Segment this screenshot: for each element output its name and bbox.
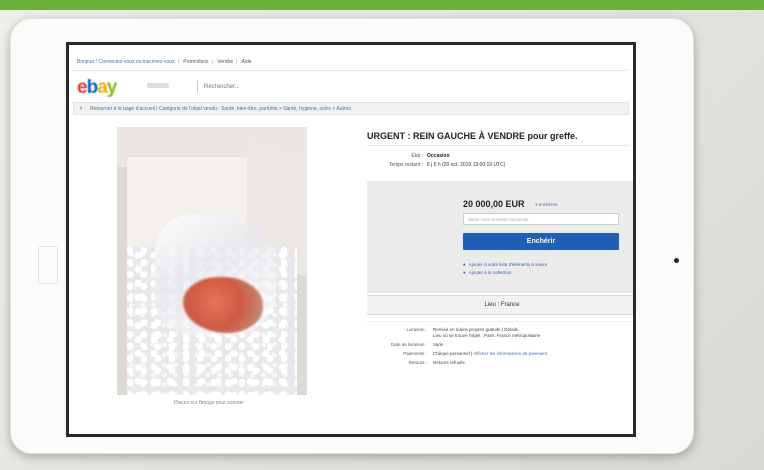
shipping-value[interactable]: Remise en mains propres gratuite | Détai… (433, 327, 518, 332)
returns-value: Retours refusés (433, 360, 465, 365)
chevron-left-icon[interactable]: ‹ (80, 103, 82, 114)
payment-label: Paiements : (403, 351, 427, 356)
condition-value: Occasion (427, 153, 450, 159)
watchlist-link-label: Ajouter à votre liste d'éléments à suivr… (468, 262, 548, 267)
top-nav: Bonjour ! Connectez-vous ou inscrivez-vo… (77, 59, 252, 65)
current-price: 20 000,00 EUR (463, 199, 525, 209)
delivery-label: Date de livraison : (390, 342, 427, 347)
returns-row: Retours : Retours refusés (367, 360, 547, 366)
sell-link[interactable]: Vendre (217, 59, 233, 65)
listing-title: URGENT : REIN GAUCHE À VENDRE pour greff… (367, 131, 578, 141)
help-link[interactable]: Aide (242, 59, 252, 65)
tablet-camera (674, 258, 679, 263)
tablet-side-button (38, 246, 58, 284)
watchlist-link[interactable]: ● Ajouter à votre liste d'éléments à suiv… (463, 262, 547, 267)
header-divider (73, 70, 629, 71)
breadcrumb-path[interactable]: Catégorie de l'objet vendu : Santé, bien… (159, 106, 351, 112)
location-bar: Lieu : France (367, 295, 633, 315)
search-input[interactable]: Rechercher... (197, 81, 464, 93)
bid-input[interactable]: Saisir votre enchère maximale (463, 213, 619, 225)
breadcrumb-text[interactable]: Retourner à la page d'accueil | Catégori… (90, 106, 351, 112)
collection-link[interactable]: ● Ajouter à la collection (463, 270, 512, 275)
plus-icon: ● (463, 270, 466, 275)
condition-row: État : Occasion (367, 153, 450, 159)
title-divider (367, 145, 629, 146)
payment-value: Chèque personnel | (433, 351, 473, 356)
condition-label: État : (411, 153, 423, 159)
logo-letter-y: y (106, 77, 118, 98)
eye-icon: ● (463, 262, 466, 267)
returns-label: Retours : (408, 360, 427, 365)
shipping-label: Livraison : (406, 327, 427, 332)
promotions-link[interactable]: Promotions (183, 59, 208, 65)
details-section: Livraison : Remise en mains propres gratu… (367, 327, 547, 369)
ebay-logo[interactable]: ebay (77, 77, 118, 99)
bid-button[interactable]: Enchérir (463, 233, 619, 250)
time-value: 6 j 5 h (20 oct. 2019 19:00:19 UTC) (427, 162, 506, 168)
shipping-extra: Lieu où se trouve l'objet : Paris, Franc… (433, 333, 541, 338)
tablet-screen: Bonjour ! Connectez-vous ou inscrivez-vo… (66, 42, 636, 437)
delivery-value: Varie (433, 342, 444, 347)
bid-count[interactable]: 3 enchères (535, 202, 557, 207)
photo-caption: Placez sur l'image pour zoomer (174, 400, 244, 406)
logo-letter-a: a (97, 77, 108, 98)
shipping-row: Livraison : Remise en mains propres gratu… (367, 327, 547, 339)
breadcrumb-back[interactable]: Retourner à la page d'accueil (90, 106, 155, 112)
payment-row: Paiements : Chèque personnel | Afficher l… (367, 351, 547, 357)
top-green-band (0, 0, 764, 10)
logo-letter-b: b (86, 77, 99, 98)
time-row: Temps restant : 6 j 5 h (20 oct. 2019 19:… (367, 162, 506, 168)
payment-info-link[interactable]: Afficher les informations de paiement (473, 351, 547, 356)
bid-panel: 20 000,00 EUR 3 enchères Saisir votre en… (367, 181, 633, 293)
logo-letter-e: e (77, 77, 88, 98)
listing-photo[interactable] (117, 127, 307, 395)
collection-link-label: Ajouter à la collection (468, 270, 512, 275)
time-label: Temps restant : (388, 162, 423, 168)
breadcrumb: ‹ Retourner à la page d'accueil | Catégo… (73, 102, 629, 115)
details-divider (367, 321, 633, 322)
signin-link[interactable]: Bonjour ! Connectez-vous ou inscrivez-vo… (77, 59, 175, 65)
logo-tagline (147, 83, 169, 88)
delivery-row: Date de livraison : Varie (367, 342, 547, 348)
